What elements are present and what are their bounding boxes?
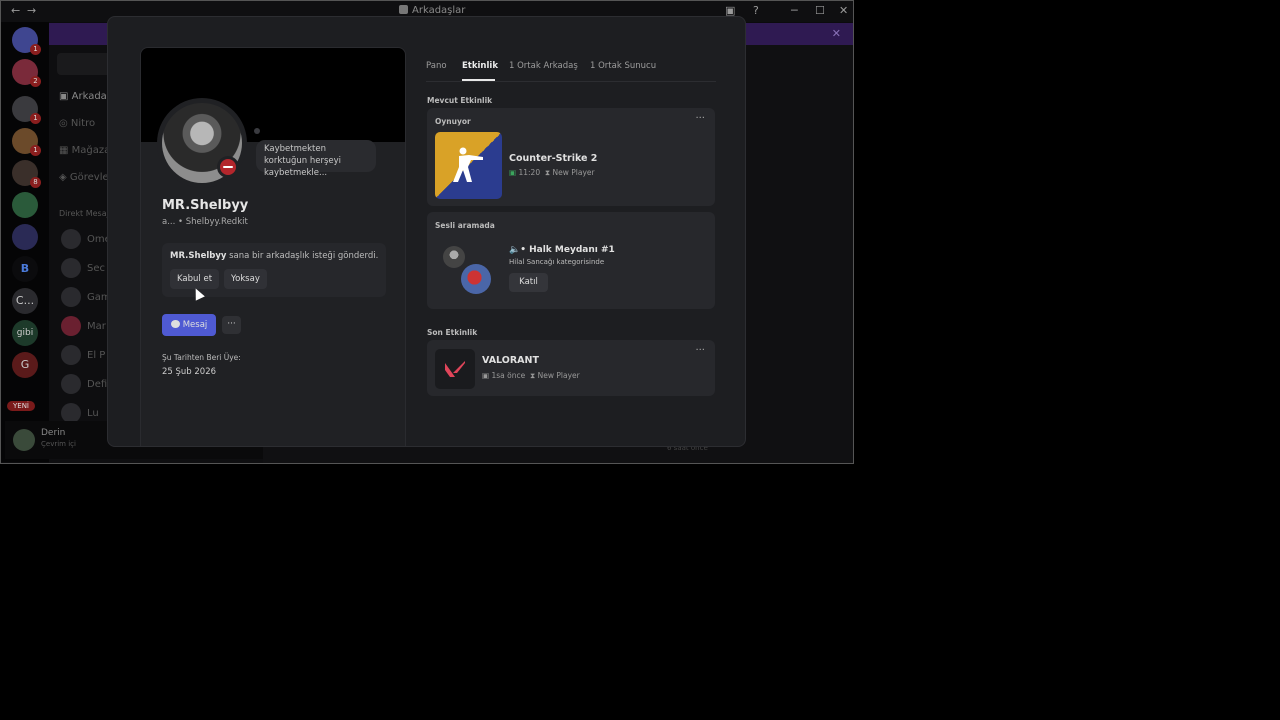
voice-card: Sesli aramada 🔈• Halk Meydanı #1 Hilal S… (427, 212, 715, 309)
avatar (443, 246, 465, 268)
user-status: Çevrim içi (41, 440, 76, 448)
tabs-divider (426, 81, 716, 82)
new-badge: YENİ (7, 401, 35, 411)
minimize-button[interactable]: ─ (791, 4, 798, 17)
server-icon[interactable] (12, 224, 38, 250)
chat-icon (170, 320, 180, 328)
friends-icon (399, 5, 408, 14)
current-activity-label: Mevcut Etkinlik (427, 96, 493, 105)
message-button[interactable]: Mesaj (162, 314, 216, 336)
game-meta: ▣ 11:20 ⧗ New Player (509, 168, 595, 177)
valorant-icon (435, 349, 475, 389)
playing-card: Oynuyor ··· Counter-Strike 2 ▣ 11:20 ⧗ N… (427, 108, 715, 206)
dnd-status-icon (217, 156, 239, 178)
user-profile-modal: Kaybetmekten korktuğun herşeyi kaybetmek… (107, 16, 746, 447)
server-list: 1 2 1 1 8 B C... gibi G (1, 22, 49, 462)
list-item[interactable]: Gam (61, 287, 111, 307)
list-item[interactable]: Sec (61, 258, 105, 278)
recent-game-card: ··· VALORANT ▣ 1sa önce ⧗ New Player (427, 340, 715, 396)
tab-pano[interactable]: Pano (426, 61, 447, 71)
server-icon[interactable]: 1 (12, 128, 41, 156)
join-button[interactable]: Katıl (509, 273, 548, 292)
profile-panel: Kaybetmekten korktuğun herşeyi kaybetmek… (140, 47, 406, 446)
username-line: a... • Shelbyy.Redkit (162, 217, 248, 227)
help-icon[interactable]: ? (753, 4, 759, 17)
list-item[interactable]: Mar (61, 316, 106, 336)
game-cover (435, 132, 502, 199)
window-title: Arkadaşlar (399, 5, 465, 16)
game-name: Counter-Strike 2 (509, 153, 598, 164)
sidebar-item-nitro[interactable]: ◎ Nitro (59, 118, 95, 129)
voice-label: Sesli aramada (435, 221, 495, 230)
server-icon[interactable]: 8 (12, 160, 41, 188)
game-name: VALORANT (482, 355, 539, 366)
cs-logo-icon (453, 147, 483, 182)
server-icon[interactable]: B (12, 256, 38, 282)
server-icon[interactable]: gibi (12, 320, 38, 346)
server-icon[interactable] (12, 192, 38, 218)
voice-category: Hilal Sancağı kategorisinde (509, 258, 605, 266)
rank-icon: ⧗ (530, 371, 536, 380)
custom-status-bubble: Kaybetmekten korktuğun herşeyi kaybetmek… (256, 140, 376, 178)
game-meta: ▣ 1sa önce ⧗ New Player (482, 371, 580, 380)
sidebar-item-shop[interactable]: ▦ Mağaza (59, 145, 110, 156)
avatar (461, 264, 491, 294)
tab-mutual-servers[interactable]: 1 Ortak Sunucu (590, 61, 656, 71)
more-options-button[interactable]: ··· (222, 316, 241, 334)
server-icon[interactable]: 2 (12, 59, 41, 87)
home-icon[interactable]: 1 (12, 27, 41, 55)
forward-icon[interactable]: → (27, 4, 36, 17)
rank-icon: ⧗ (544, 168, 551, 177)
maximize-button[interactable]: ☐ (815, 4, 825, 17)
close-icon[interactable]: ✕ (832, 27, 841, 40)
server-icon[interactable]: 1 (12, 96, 41, 124)
gamepad-icon: ▣ (509, 168, 517, 177)
user-name: Derin (41, 428, 66, 438)
close-button[interactable]: ✕ (839, 4, 848, 17)
list-item[interactable]: Ome (61, 229, 111, 249)
more-options-button[interactable]: ··· (695, 345, 705, 356)
list-item[interactable]: El P (61, 345, 105, 365)
back-icon[interactable]: ← (11, 4, 20, 17)
gamepad-icon: ▣ (482, 371, 490, 380)
list-item[interactable]: Defi (61, 374, 107, 394)
recent-activity-label: Son Etkinlik (427, 328, 478, 337)
friend-request-text: MR.Shelbyy sana bir arkadaşlık isteği gö… (170, 251, 379, 261)
server-icon[interactable]: C... (12, 288, 38, 314)
avatar (13, 429, 35, 451)
bubble-dot (254, 128, 260, 134)
voice-channel-title: 🔈• Halk Meydanı #1 (509, 245, 615, 255)
sidebar-item-quests[interactable]: ◈ Görevler (59, 172, 113, 183)
active-tab-indicator (462, 79, 495, 81)
speaker-icon: 🔈 (509, 245, 521, 255)
ignore-button[interactable]: Yoksay (224, 269, 267, 289)
display-name: MR.Shelbyy (162, 198, 249, 213)
more-options-button[interactable]: ··· (695, 113, 705, 124)
server-icon[interactable]: G (12, 352, 38, 378)
list-item[interactable]: Lu (61, 403, 99, 423)
tab-mutual-friends[interactable]: 1 Ortak Arkadaş (509, 61, 578, 71)
profile-details: Pano Etkinlik 1 Ortak Arkadaş 1 Ortak Su… (406, 17, 745, 446)
tab-etkinlik[interactable]: Etkinlik (462, 61, 498, 71)
member-since-label: Şu Tarihten Beri Üye: (162, 353, 241, 362)
accept-button[interactable]: Kabul et (170, 269, 220, 289)
member-since-date: 25 Şub 2026 (162, 367, 217, 377)
playing-label: Oynuyor (435, 117, 471, 126)
